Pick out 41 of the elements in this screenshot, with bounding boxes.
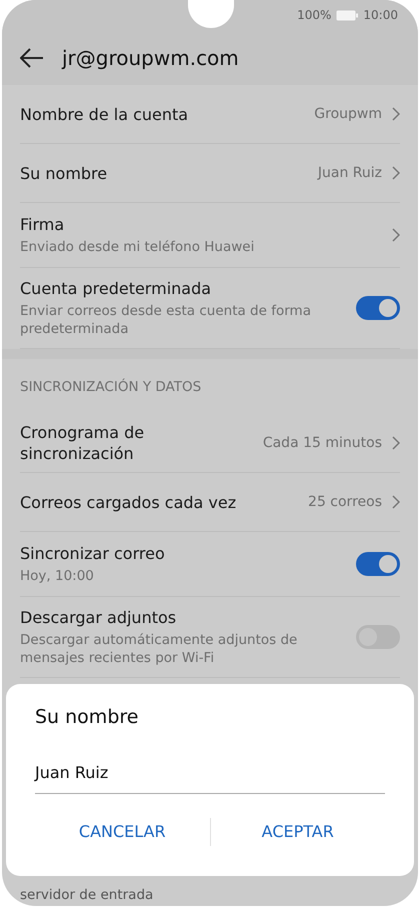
row-subtitle: servidor de entrada [19,887,154,905]
row-title: Correos cargados cada vez [20,492,238,512]
settings-row[interactable]: Descargar adjuntos Descargar automáticamente adjuntos de mensajes recientes por Wi-Fi [20,597,400,678]
settings-row[interactable]: Correos cargados cada vez 25 correos [20,473,400,532]
settings-row[interactable]: Su nombre Juan Ruiz [20,144,400,203]
row-value: Cada 15 minutos [262,435,382,451]
cancel-button[interactable]: CANCELAR [35,814,210,849]
section-header: SINCRONIZACIÓN Y DATOS [20,378,202,394]
chevron-right-icon [392,166,400,180]
row-subtitle: Enviado desde mi teléfono Huawei [20,238,256,256]
row-title: Cuenta predeterminada [20,278,212,299]
battery-icon [336,10,358,20]
row-subtitle: Descargar automáticamente adjuntos de mensajes recientes por Wi-Fi [20,631,298,667]
chevron-right-icon [392,107,400,121]
account-title: jr@groupwm.com [62,46,239,70]
row-value: Groupwm [314,106,382,122]
row-title: Su nombre [20,162,108,184]
row-value: 25 correos [308,494,382,510]
row-title: Firma [20,214,66,235]
row-value: Juan Ruiz [318,165,382,181]
row-title: Descargar adjuntos [20,607,178,628]
toggle-switch[interactable] [356,296,400,320]
row-title: Nombre de la cuenta [20,104,190,124]
dialog-title: Su nombre [35,706,140,728]
back-arrow-icon[interactable] [20,48,44,68]
row-subtitle: Hoy, 10:00 [20,567,95,585]
settings-row[interactable]: Cronograma de sincronización Cada 15 minutos [20,414,400,473]
chevron-right-icon [392,228,400,242]
row-title: Sincronizar correo [20,543,166,564]
accept-button[interactable]: ACEPTAR [210,814,385,849]
chevron-right-icon [392,436,400,450]
toggle-switch[interactable] [356,552,400,576]
settings-row[interactable]: Sincronizar correo Hoy, 10:00 [20,532,400,597]
name-input-field[interactable]: Juan Ruiz [35,762,385,794]
clock: 10:00 [363,8,398,22]
row-title: Cronograma de sincronización [20,422,146,464]
settings-row[interactable]: Firma Enviado desde mi teléfono Huawei [20,203,400,268]
row-subtitle: Enviar correos desde esta cuenta de forma predeterminada [20,302,312,338]
settings-row[interactable]: Nombre de la cuenta Groupwm [20,85,400,144]
battery-percent: 100% [297,8,332,22]
chevron-right-icon [392,495,400,509]
